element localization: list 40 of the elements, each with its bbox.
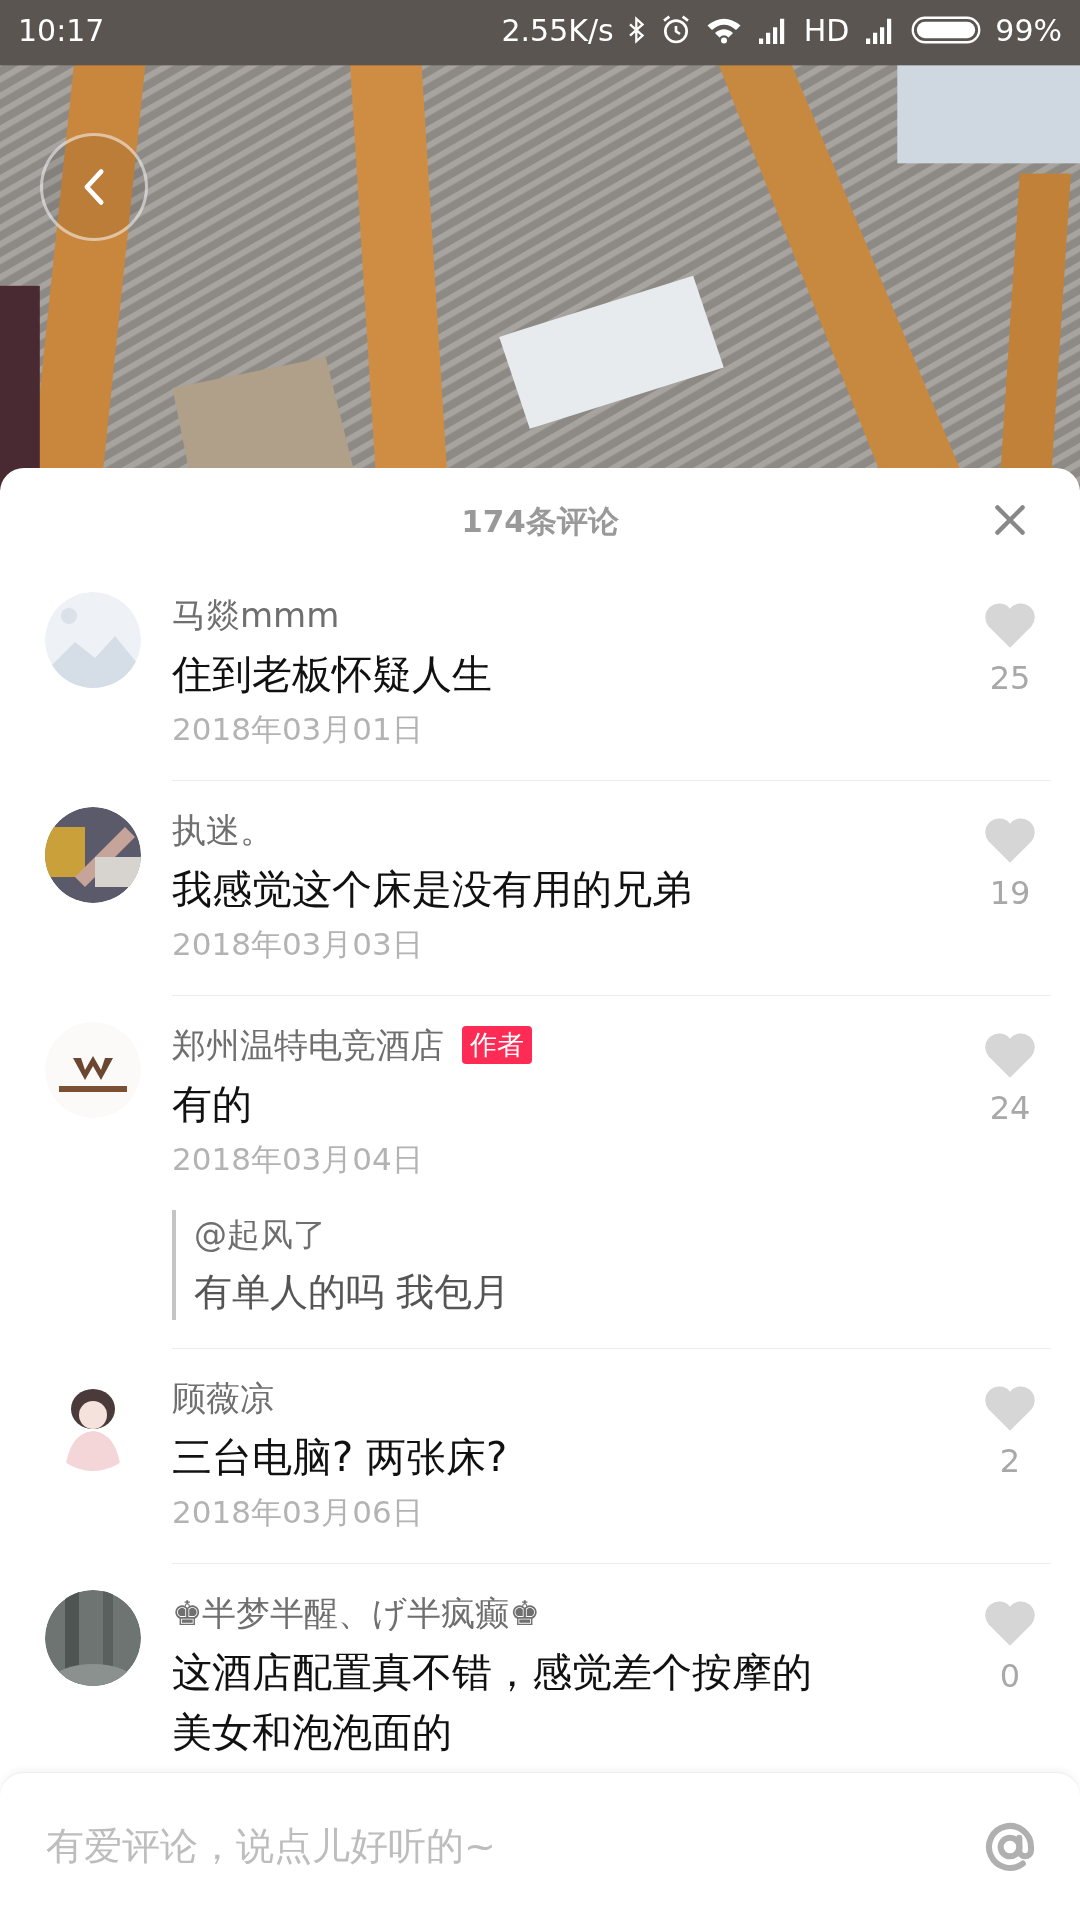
status-time: 10:17 [18, 11, 105, 50]
user-name[interactable]: 顾薇凉 [172, 1373, 274, 1423]
user-name[interactable]: 郑州温特电竞酒店 [172, 1020, 444, 1070]
close-icon [992, 502, 1028, 538]
author-badge: 作者 [462, 1026, 532, 1064]
comment-text: 有的 [172, 1080, 253, 1129]
comment-input[interactable]: 有爱评论，说点儿好听的~ [46, 1818, 982, 1875]
like-count: 2 [999, 1441, 1021, 1482]
comment-date: 2018年03月04日 [172, 1140, 424, 1179]
comment-text: 住到老板怀疑人生 [172, 650, 493, 699]
user-name[interactable]: 执迷。 [172, 805, 274, 855]
heart-icon[interactable] [982, 1598, 1038, 1648]
heart-icon[interactable] [982, 815, 1038, 865]
comment-text: 我感觉这个床是没有用的兄弟 [172, 865, 693, 914]
network-speed: 2.55K/s [501, 11, 614, 50]
like-count: 0 [999, 1656, 1021, 1697]
comment-date: 2018年03月06日 [172, 1493, 424, 1532]
comment-date: 2018年03月03日 [172, 925, 424, 964]
user-name[interactable]: 马燚mmm [172, 590, 340, 640]
heart-icon[interactable] [982, 600, 1038, 650]
heart-icon[interactable] [982, 1030, 1038, 1080]
reply-text: 有单人的吗 我包月 [194, 1269, 512, 1316]
user-name[interactable]: ♚半梦半醒、げ半疯癫♚ [172, 1588, 540, 1638]
back-button[interactable] [40, 133, 148, 241]
back-icon [82, 168, 106, 206]
close-button[interactable] [992, 502, 1028, 538]
like-count: 25 [989, 658, 1031, 699]
comment-text: 这酒店配置真不错，感觉差个按摩的美女和泡泡面的 [172, 1648, 813, 1757]
heart-icon[interactable] [982, 1383, 1038, 1433]
battery-icon [911, 16, 982, 44]
comment-date: 2018年03月01日 [172, 710, 424, 749]
network-type: HD [803, 11, 850, 50]
comment-text: 三台电脑? 两张床? [172, 1433, 509, 1482]
wifi-icon [705, 16, 742, 44]
reply-mention[interactable]: @起风了 [194, 1210, 970, 1260]
like-count: 24 [989, 1088, 1031, 1129]
battery-percent: 99% [995, 11, 1062, 50]
like-count: 19 [989, 873, 1031, 914]
bluetooth-icon [627, 16, 646, 44]
comments-title: 174条评论 [461, 501, 619, 541]
